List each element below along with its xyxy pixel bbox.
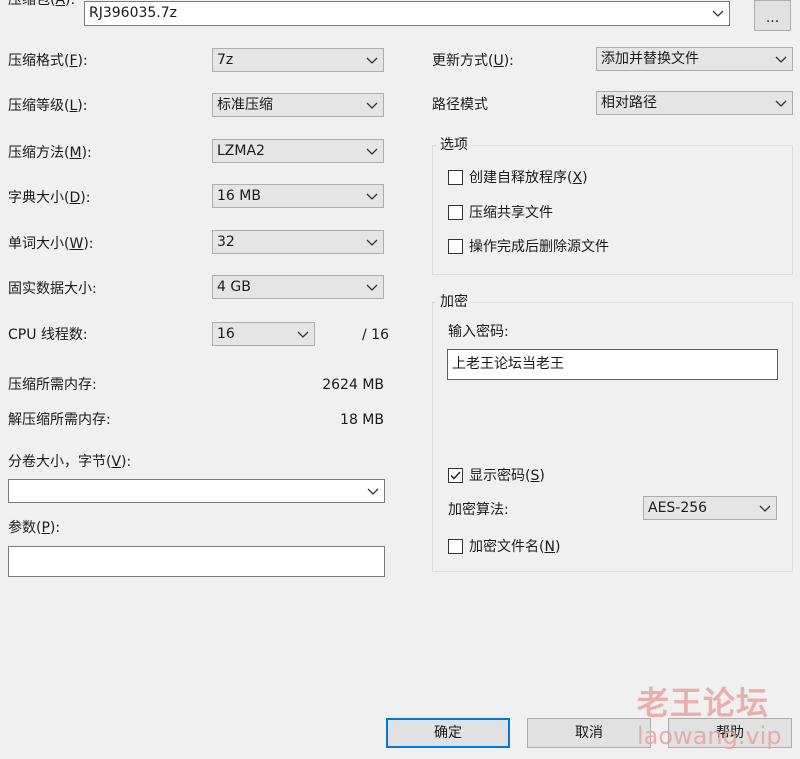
chevron-down-icon bbox=[775, 100, 787, 107]
path-mode-select[interactable]: 相对路径 bbox=[596, 91, 793, 115]
params-input[interactable] bbox=[8, 546, 385, 577]
chevron-down-icon bbox=[759, 505, 771, 512]
chevron-down-icon bbox=[366, 57, 378, 64]
volume-combo[interactable] bbox=[8, 479, 385, 503]
params-label: 参数(P): bbox=[8, 520, 61, 536]
shared-files-checkbox[interactable] bbox=[448, 205, 463, 220]
password-value: 上老王论坛当老王 bbox=[452, 356, 564, 372]
level-select[interactable]: 标准压缩 bbox=[212, 93, 384, 117]
archive-path-value: RJ396035.7z bbox=[89, 5, 178, 21]
format-label: 压缩格式(F): bbox=[8, 53, 88, 69]
ok-button[interactable]: 确定 bbox=[386, 718, 510, 748]
word-select[interactable]: 32 bbox=[212, 230, 384, 254]
dict-label: 字典大小(D): bbox=[8, 190, 91, 206]
watermark-cn: 老王论坛 bbox=[637, 684, 770, 722]
threads-label: CPU 线程数: bbox=[8, 327, 88, 343]
solid-value: 4 GB bbox=[217, 279, 251, 295]
show-password-label[interactable]: 显示密码(S) bbox=[469, 467, 545, 485]
browse-button[interactable]: ... bbox=[754, 0, 791, 31]
archive-path-combo[interactable]: RJ396035.7z bbox=[84, 1, 730, 26]
chevron-down-icon bbox=[366, 239, 378, 246]
checkmark-icon bbox=[450, 471, 461, 480]
chevron-down-icon bbox=[366, 148, 378, 155]
mem-compress-value: 2624 MB bbox=[322, 377, 384, 393]
method-label: 压缩方法(M): bbox=[8, 145, 92, 161]
method-select[interactable]: LZMA2 bbox=[212, 139, 384, 163]
shared-files-label[interactable]: 压缩共享文件 bbox=[469, 204, 553, 222]
cancel-button[interactable]: 取消 bbox=[527, 718, 651, 748]
word-value: 32 bbox=[217, 234, 235, 250]
update-label: 更新方式(U): bbox=[432, 53, 514, 69]
delete-after-checkbox[interactable] bbox=[448, 239, 463, 254]
chevron-down-icon bbox=[775, 56, 787, 63]
format-value: 7z bbox=[217, 52, 234, 68]
solid-label: 固实数据大小: bbox=[8, 281, 97, 297]
sfx-label[interactable]: 创建自释放程序(X) bbox=[469, 169, 588, 187]
chevron-down-icon bbox=[366, 193, 378, 200]
password-label: 输入密码: bbox=[448, 324, 509, 340]
options-group-title: 选项 bbox=[436, 136, 472, 154]
chevron-down-icon bbox=[366, 284, 378, 291]
password-input[interactable]: 上老王论坛当老王 bbox=[447, 349, 778, 380]
algo-select[interactable]: AES-256 bbox=[643, 496, 777, 520]
archive-label: 压缩包(A): bbox=[8, 0, 76, 8]
path-mode-value: 相对路径 bbox=[601, 95, 657, 111]
mem-decompress-label: 解压缩所需内存: bbox=[8, 412, 111, 428]
algo-label: 加密算法: bbox=[448, 502, 509, 518]
chevron-down-icon bbox=[366, 102, 378, 109]
level-label: 压缩等级(L): bbox=[8, 98, 88, 114]
encryption-group-title: 加密 bbox=[436, 293, 472, 311]
level-value: 标准压缩 bbox=[217, 97, 273, 113]
chevron-down-icon bbox=[712, 10, 724, 17]
format-select[interactable]: 7z bbox=[212, 48, 384, 72]
mem-decompress-value: 18 MB bbox=[340, 412, 384, 428]
watermark-en: laowang.vip bbox=[637, 722, 782, 750]
update-select[interactable]: 添加并替换文件 bbox=[596, 47, 793, 71]
encrypt-names-label[interactable]: 加密文件名(N) bbox=[469, 538, 560, 556]
encrypt-names-checkbox[interactable] bbox=[448, 539, 463, 554]
dict-select[interactable]: 16 MB bbox=[212, 184, 384, 208]
delete-after-label[interactable]: 操作完成后删除源文件 bbox=[469, 238, 609, 256]
update-value: 添加并替换文件 bbox=[601, 51, 699, 67]
volume-label: 分卷大小，字节(V): bbox=[8, 454, 132, 470]
dict-value: 16 MB bbox=[217, 188, 261, 204]
threads-value: 16 bbox=[217, 326, 235, 342]
sfx-checkbox[interactable] bbox=[448, 170, 463, 185]
word-label: 单词大小(W): bbox=[8, 236, 94, 252]
algo-value: AES-256 bbox=[648, 500, 708, 516]
solid-select[interactable]: 4 GB bbox=[212, 275, 384, 299]
threads-max: / 16 bbox=[362, 327, 389, 343]
method-value: LZMA2 bbox=[217, 143, 265, 159]
mem-compress-label: 压缩所需内存: bbox=[8, 377, 97, 393]
show-password-checkbox[interactable] bbox=[448, 468, 463, 483]
chevron-down-icon bbox=[367, 488, 379, 495]
chevron-down-icon bbox=[297, 331, 309, 338]
threads-select[interactable]: 16 bbox=[212, 322, 315, 346]
path-mode-label: 路径模式 bbox=[432, 97, 488, 113]
encryption-group bbox=[432, 302, 793, 572]
